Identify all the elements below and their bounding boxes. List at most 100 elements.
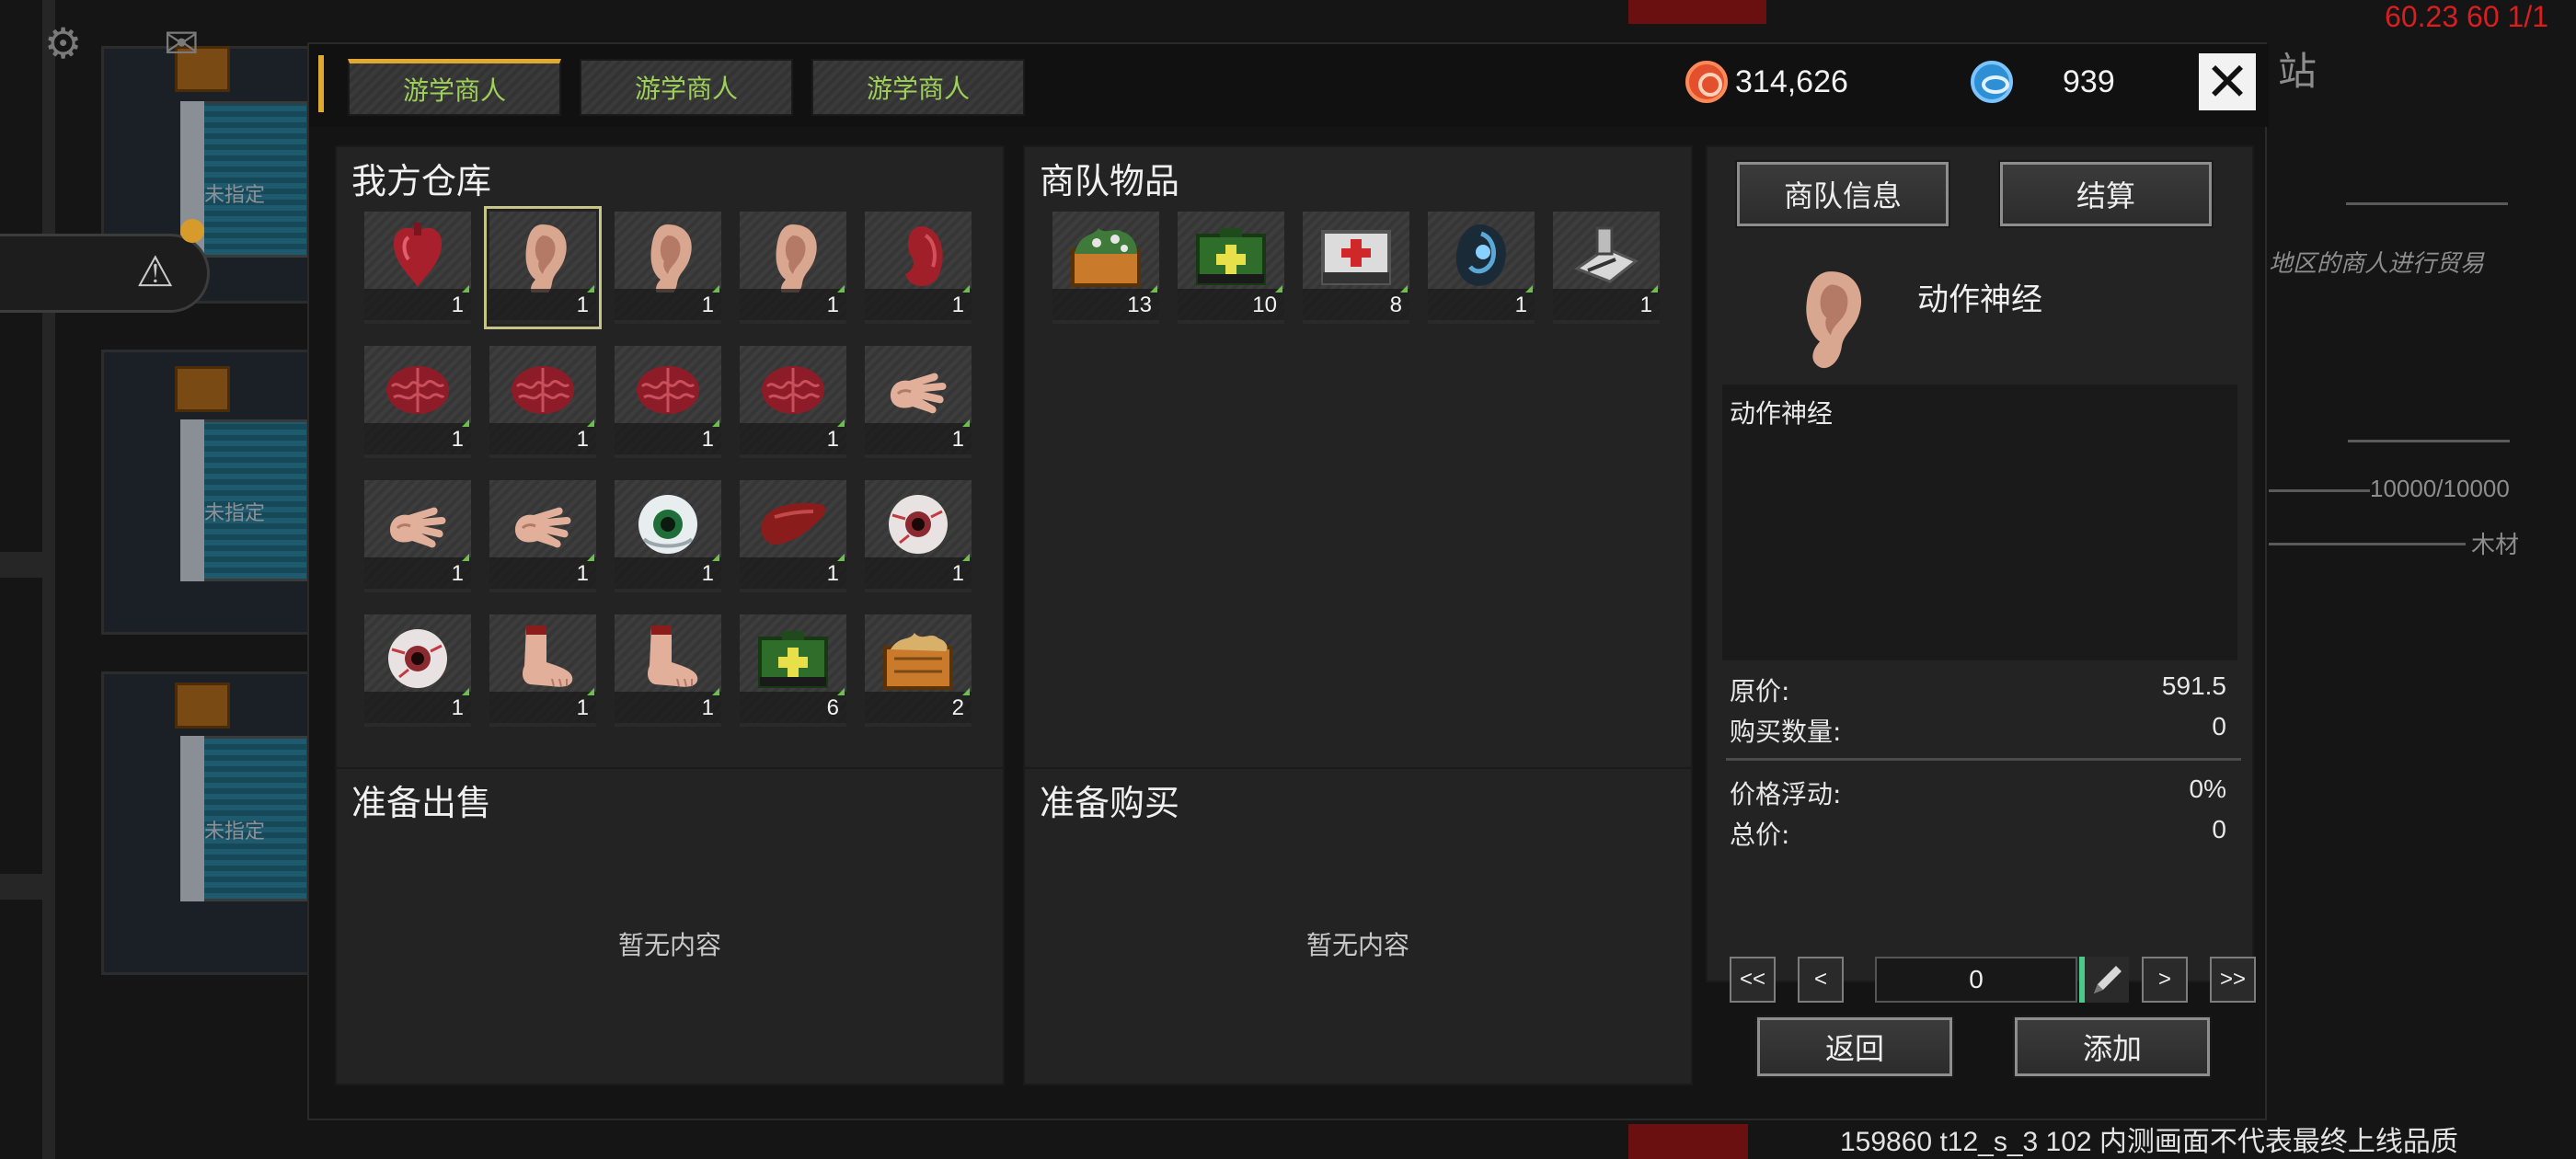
- quality-tick-icon: [462, 554, 469, 561]
- green-medkit-icon: [758, 631, 828, 688]
- alert-dot-icon: [180, 219, 204, 243]
- qty-decrease-button[interactable]: <: [1798, 957, 1844, 1003]
- tab-merchant-3[interactable]: 游学商人: [811, 59, 1025, 116]
- trade-hint-text: 地区的商人进行贸易: [2269, 250, 2485, 278]
- quality-tick-icon: [837, 285, 845, 293]
- hand-icon: [515, 507, 571, 548]
- caravan-info-button[interactable]: 商队信息: [1735, 160, 1950, 228]
- qty-min-button[interactable]: <<: [1730, 957, 1776, 1003]
- item-quantity: 1: [451, 293, 464, 317]
- caravan-item-slot[interactable]: 1: [1553, 212, 1660, 324]
- kidney-icon: [905, 226, 943, 287]
- warning-icon: ⚠: [136, 247, 175, 296]
- hand-icon: [390, 507, 446, 548]
- quality-tick-icon: [587, 419, 594, 427]
- storage-item-slot[interactable]: 1: [615, 614, 721, 727]
- chest[interactable]: [175, 366, 230, 412]
- quality-tick-icon: [1400, 285, 1408, 293]
- item-quantity: 1: [576, 695, 589, 720]
- tab-merchant-1[interactable]: 游学商人: [348, 59, 561, 116]
- price-fluct-value: 0%: [2189, 775, 2226, 803]
- quality-tick-icon: [1525, 285, 1533, 293]
- eye-red-icon: [388, 629, 447, 688]
- quality-tick-icon: [962, 554, 970, 561]
- alert-tab[interactable]: [0, 234, 210, 313]
- storage-item-slot[interactable]: 1: [489, 346, 596, 458]
- tab-merchant-2[interactable]: 游学商人: [580, 59, 793, 116]
- qty-max-button[interactable]: >>: [2210, 957, 2256, 1003]
- divider: [2269, 543, 2466, 545]
- close-button[interactable]: ✕: [2199, 53, 2256, 110]
- total-label: 总价:: [1730, 820, 1790, 850]
- storage-item-slot[interactable]: 1: [740, 212, 846, 324]
- storage-item-slot[interactable]: 1: [865, 212, 972, 324]
- settings-gear-icon[interactable]: ⚙: [44, 18, 82, 68]
- caravan-item-slot[interactable]: 13: [1052, 212, 1159, 324]
- station-title-fragment: 站: [2278, 49, 2317, 94]
- storage-item-slot[interactable]: 1: [740, 480, 846, 592]
- storage-item-slot[interactable]: 1: [364, 212, 471, 324]
- storage-item-slot[interactable]: 1: [865, 480, 972, 592]
- storage-item-slot[interactable]: 1: [364, 480, 471, 592]
- build-watermark: 159860 t12_s_3 102 内测画面不代表最终上线品质: [1840, 1127, 2458, 1157]
- edit-quantity-button[interactable]: [2079, 957, 2129, 1003]
- to-buy-title: 准备购买: [1040, 783, 1180, 823]
- storage-item-slot[interactable]: 1: [484, 206, 602, 329]
- storage-item-slot[interactable]: 1: [865, 346, 972, 458]
- storage-item-slot[interactable]: 6: [740, 614, 846, 727]
- chest[interactable]: [175, 683, 230, 729]
- caravan-item-slot[interactable]: 10: [1178, 212, 1284, 324]
- item-quantity: 13: [1127, 293, 1152, 317]
- quality-tick-icon: [462, 285, 469, 293]
- caravan-item-slot[interactable]: 1: [1428, 212, 1535, 324]
- brain-icon: [762, 366, 824, 414]
- quantity-input[interactable]: [1875, 957, 2077, 1003]
- chat-icon[interactable]: ✉: [164, 18, 200, 68]
- storage-item-slot[interactable]: 1: [615, 212, 721, 324]
- storage-item-slot[interactable]: 2: [865, 614, 972, 727]
- storage-item-slot[interactable]: 1: [489, 614, 596, 727]
- quality-tick-icon: [1275, 285, 1282, 293]
- storage-item-slot[interactable]: 1: [364, 346, 471, 458]
- item-quantity: 1: [701, 695, 714, 720]
- green-medkit-icon: [1196, 228, 1266, 285]
- tab-accent: [318, 55, 324, 112]
- wall: [0, 552, 42, 578]
- quality-tick-icon: [1150, 285, 1157, 293]
- storage-item-slot[interactable]: 1: [740, 346, 846, 458]
- quality-tick-icon: [462, 419, 469, 427]
- item-quantity: 1: [576, 293, 589, 317]
- back-button[interactable]: 返回: [1755, 1016, 1954, 1078]
- qty-increase-button[interactable]: >: [2142, 957, 2188, 1003]
- buy-qty-label: 购买数量:: [1730, 717, 1842, 747]
- add-button[interactable]: 添加: [2013, 1016, 2212, 1078]
- world-object: [1628, 0, 1766, 24]
- to-sell-empty-text: 暂无内容: [617, 930, 721, 960]
- quality-tick-icon: [1650, 285, 1658, 293]
- storage-item-slot[interactable]: 1: [615, 480, 721, 592]
- item-quantity: 1: [701, 293, 714, 317]
- divider: [2346, 202, 2508, 205]
- quality-tick-icon: [587, 688, 594, 695]
- herb-crate-green-icon: [1071, 228, 1141, 287]
- storage-item-slot[interactable]: 1: [489, 480, 596, 592]
- buy-qty-value: 0: [2212, 712, 2226, 740]
- to-buy-empty-text: 暂无内容: [1305, 930, 1409, 960]
- storage-item-slot[interactable]: 1: [615, 346, 721, 458]
- hand-icon: [891, 373, 947, 414]
- item-quantity: 1: [1639, 293, 1652, 317]
- storage-item-slot[interactable]: 1: [364, 614, 471, 727]
- item-info-panel: 商队信息 结算 动作神经 动作神经 原价: 591.5 购买数量: 0 价格浮动…: [1706, 145, 2256, 1003]
- item-quantity: 1: [701, 427, 714, 452]
- item-detail-header: 动作神经: [1722, 256, 2237, 384]
- settle-button[interactable]: 结算: [1998, 160, 2214, 228]
- tool-kit-icon: [1573, 226, 1639, 283]
- brain-icon: [512, 366, 574, 414]
- fps-counter: 60.23 60 1/1: [2385, 0, 2548, 33]
- herb-crate-icon: [883, 633, 953, 690]
- caravan-item-slot[interactable]: 8: [1303, 212, 1409, 324]
- info-divider: [1726, 758, 2241, 761]
- item-name: 动作神经: [1917, 281, 2042, 318]
- eye-green-icon: [638, 495, 697, 554]
- item-quantity: 1: [951, 561, 964, 586]
